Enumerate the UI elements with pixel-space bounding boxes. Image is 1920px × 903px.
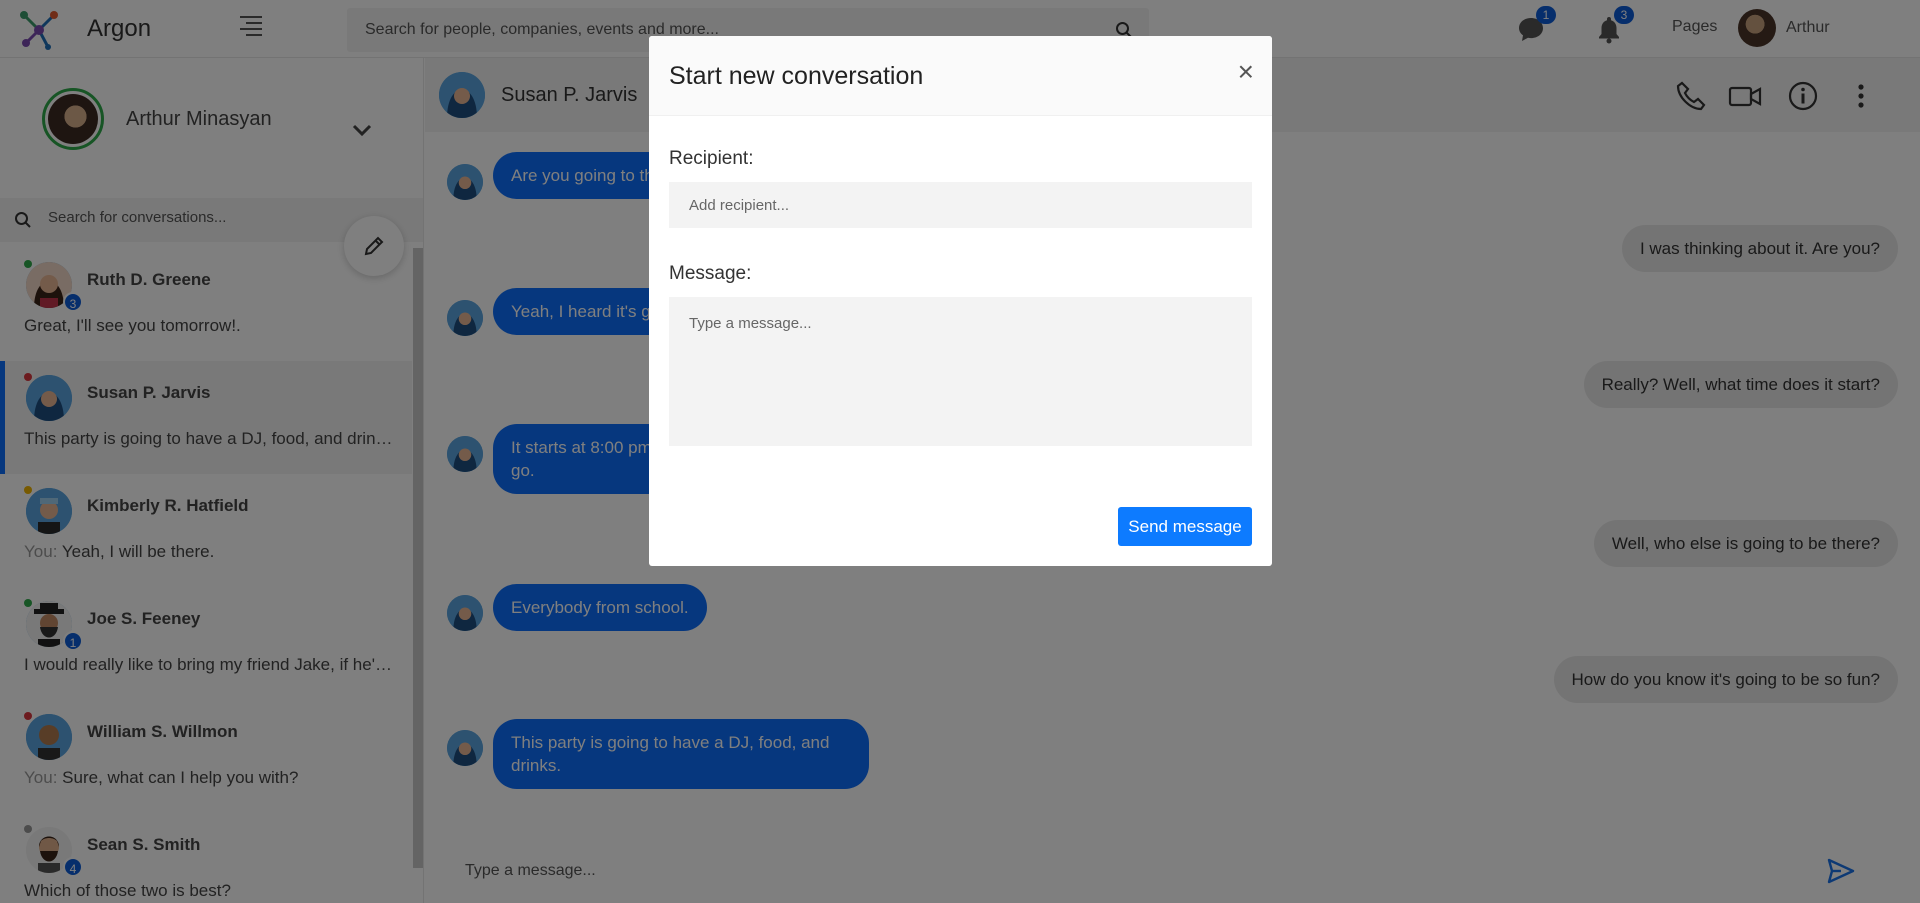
modal-title: Start new conversation xyxy=(669,62,924,90)
send-message-button[interactable]: Send message xyxy=(1118,507,1252,546)
message-label: Message: xyxy=(669,263,752,284)
modal-header: Start new conversation × xyxy=(649,36,1272,116)
message-textarea[interactable] xyxy=(669,297,1252,446)
new-conversation-modal: Start new conversation × Recipient: Mess… xyxy=(649,36,1272,566)
recipient-label: Recipient: xyxy=(669,148,754,169)
close-icon[interactable]: × xyxy=(1238,58,1254,86)
recipient-input[interactable] xyxy=(669,182,1252,228)
